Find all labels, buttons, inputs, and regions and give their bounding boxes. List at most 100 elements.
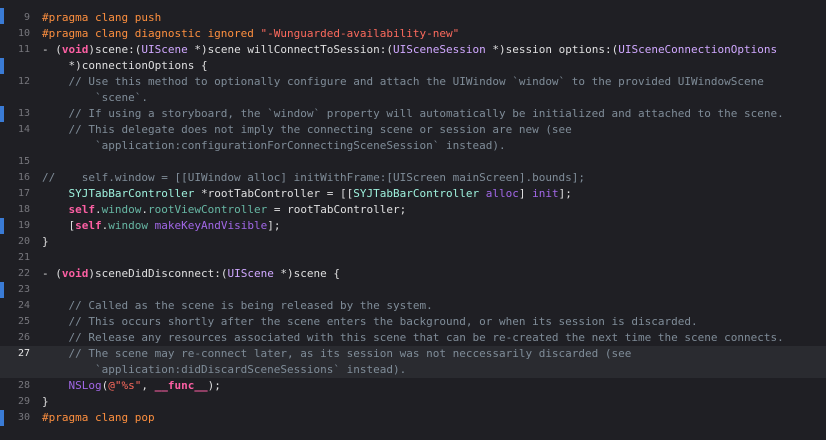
code-token: // Called as the scene is being released…	[42, 299, 433, 312]
code-line[interactable]: `application:didDiscardSceneSessions` in…	[0, 362, 826, 378]
code-token: UIScene	[227, 267, 274, 280]
line-number: 13	[17, 108, 30, 119]
code-text: // Called as the scene is being released…	[42, 298, 433, 314]
code-line[interactable]: 23	[0, 282, 826, 298]
code-text: self.window.rootViewController = rootTab…	[42, 202, 407, 218]
line-number: 16	[17, 172, 30, 183]
code-token: = rootTabController;	[267, 203, 407, 216]
line-number: 18	[17, 204, 30, 215]
line-number: 15	[17, 156, 30, 167]
code-line[interactable]: 22 - (void)sceneDidDisconnect:(UIScene *)…	[0, 266, 826, 282]
code-token: // self.window = [[UIWindow alloc] initW…	[42, 171, 586, 184]
line-number: 29	[17, 396, 30, 407]
code-text: `application:configurationForConnectingS…	[42, 138, 506, 154]
line-number: 20	[17, 236, 30, 247]
code-token: )sceneDidDisconnect:(	[88, 267, 228, 280]
code-line[interactable]: 28 NSLog(@"%s", __func__);	[0, 378, 826, 394]
code-token: *)scene willConnectToSession:(	[187, 43, 394, 56]
code-token: .	[95, 203, 102, 216]
code-line[interactable]: 14 // This delegate does not imply the c…	[0, 122, 826, 138]
code-token: "-Wunguarded-availability-new"	[260, 27, 460, 40]
code-text: }	[42, 234, 49, 250]
code-line[interactable]: *)connectionOptions {	[0, 58, 826, 74]
code-text: #pragma clang pop	[42, 410, 155, 426]
code-token: @"%s"	[108, 379, 142, 392]
code-token: // Release any resources associated with…	[42, 331, 784, 344]
code-line[interactable]: 17 SYJTabBarController *rootTabControlle…	[0, 186, 826, 202]
code-line[interactable]: 21	[0, 250, 826, 266]
code-token: NSLog	[68, 379, 102, 392]
code-text: `scene`.	[42, 90, 148, 106]
code-token: UIScene	[141, 43, 188, 56]
code-text: // Use this method to optionally configu…	[42, 74, 764, 90]
code-line[interactable]: 12 // Use this method to optionally conf…	[0, 74, 826, 90]
code-token: void	[61, 267, 89, 280]
code-token: UISceneSession	[393, 43, 486, 56]
code-line[interactable]: 25 // This occurs shortly after the scen…	[0, 314, 826, 330]
code-token: SYJTabBarController	[68, 187, 195, 200]
code-text: *)connectionOptions {	[42, 58, 208, 74]
code-line[interactable]: 16 // self.window = [[UIWindow alloc] ini…	[0, 170, 826, 186]
code-token: ];	[558, 187, 572, 200]
code-token: ];	[267, 219, 281, 232]
line-number: 9	[23, 12, 30, 23]
code-token: *)session options:(	[485, 43, 619, 56]
line-number: 22	[17, 268, 30, 279]
code-text: // This delegate does not imply the conn…	[42, 122, 571, 138]
code-text: // self.window = [[UIWindow alloc] initW…	[42, 170, 585, 186]
code-token: *)connectionOptions {	[42, 59, 208, 72]
code-token: rootViewController	[148, 203, 268, 216]
code-line[interactable]: 30 #pragma clang pop	[0, 410, 826, 426]
code-token: self	[75, 219, 102, 232]
line-number: 12	[17, 76, 30, 87]
code-token: #pragma clang diagnostic ignored	[42, 27, 261, 40]
code-token: - (	[42, 43, 62, 56]
line-number: 19	[17, 220, 30, 231]
code-line[interactable]: 20}	[0, 234, 826, 250]
code-token: SYJTabBarController	[353, 187, 480, 200]
line-number: 27	[17, 348, 30, 359]
code-line[interactable]: 10 #pragma clang diagnostic ignored "-Wun…	[0, 26, 826, 42]
code-line[interactable]: `application:configurationForConnectingS…	[0, 138, 826, 154]
line-number: 11	[17, 44, 30, 55]
code-token: ,	[141, 379, 155, 392]
code-token: self	[68, 203, 96, 216]
code-editor[interactable]: 9 #pragma clang push 10 #pragma clang diagn…	[0, 0, 826, 440]
code-token: }	[42, 235, 49, 248]
code-token: makeKeyAndVisible	[154, 219, 268, 232]
code-token: - (	[42, 267, 62, 280]
code-line[interactable]: 19 [self.window makeKeyAndVisible];	[0, 218, 826, 234]
code-text: // If using a storyboard, the `window` p…	[42, 106, 784, 122]
code-token: *)scene {	[273, 267, 341, 280]
code-line[interactable]: 26 // Release any resources associated w…	[0, 330, 826, 346]
code-token: // Use this method to optionally configu…	[42, 75, 764, 88]
line-number: 10	[17, 28, 30, 39]
code-token: )scene:(	[88, 43, 142, 56]
code-token: ]	[518, 187, 533, 200]
code-token: }	[42, 395, 49, 408]
code-text: - (void)scene:(UIScene *)scene willConne…	[42, 42, 777, 58]
code-token: window	[108, 219, 148, 232]
code-line[interactable]: 18 self.window.rootViewController = root…	[0, 202, 826, 218]
code-token: // The scene may re-connect later, as it…	[42, 347, 632, 360]
code-line[interactable]: 11 - (void)scene:(UIScene *)scene willCon…	[0, 42, 826, 58]
code-text: }	[42, 394, 49, 410]
code-line[interactable]: 29}	[0, 394, 826, 410]
code-line[interactable]: 13 // If using a storyboard, the `window…	[0, 106, 826, 122]
code-text: #pragma clang diagnostic ignored "-Wungu…	[42, 26, 459, 42]
code-token: // If using a storyboard, the `window` p…	[42, 107, 784, 120]
code-text: NSLog(@"%s", __func__);	[42, 378, 221, 394]
code-line[interactable]: 24 // Called as the scene is being relea…	[0, 298, 826, 314]
code-token: alloc	[485, 187, 519, 200]
line-number: 23	[17, 284, 30, 295]
line-number: 21	[17, 252, 30, 263]
code-line[interactable]: 27 // The scene may re-connect later, as…	[0, 346, 826, 362]
code-line[interactable]: 15	[0, 154, 826, 170]
code-token: );	[207, 379, 221, 392]
code-line[interactable]: `scene`.	[0, 90, 826, 106]
code-line[interactable]: 9 #pragma clang push	[0, 10, 826, 26]
